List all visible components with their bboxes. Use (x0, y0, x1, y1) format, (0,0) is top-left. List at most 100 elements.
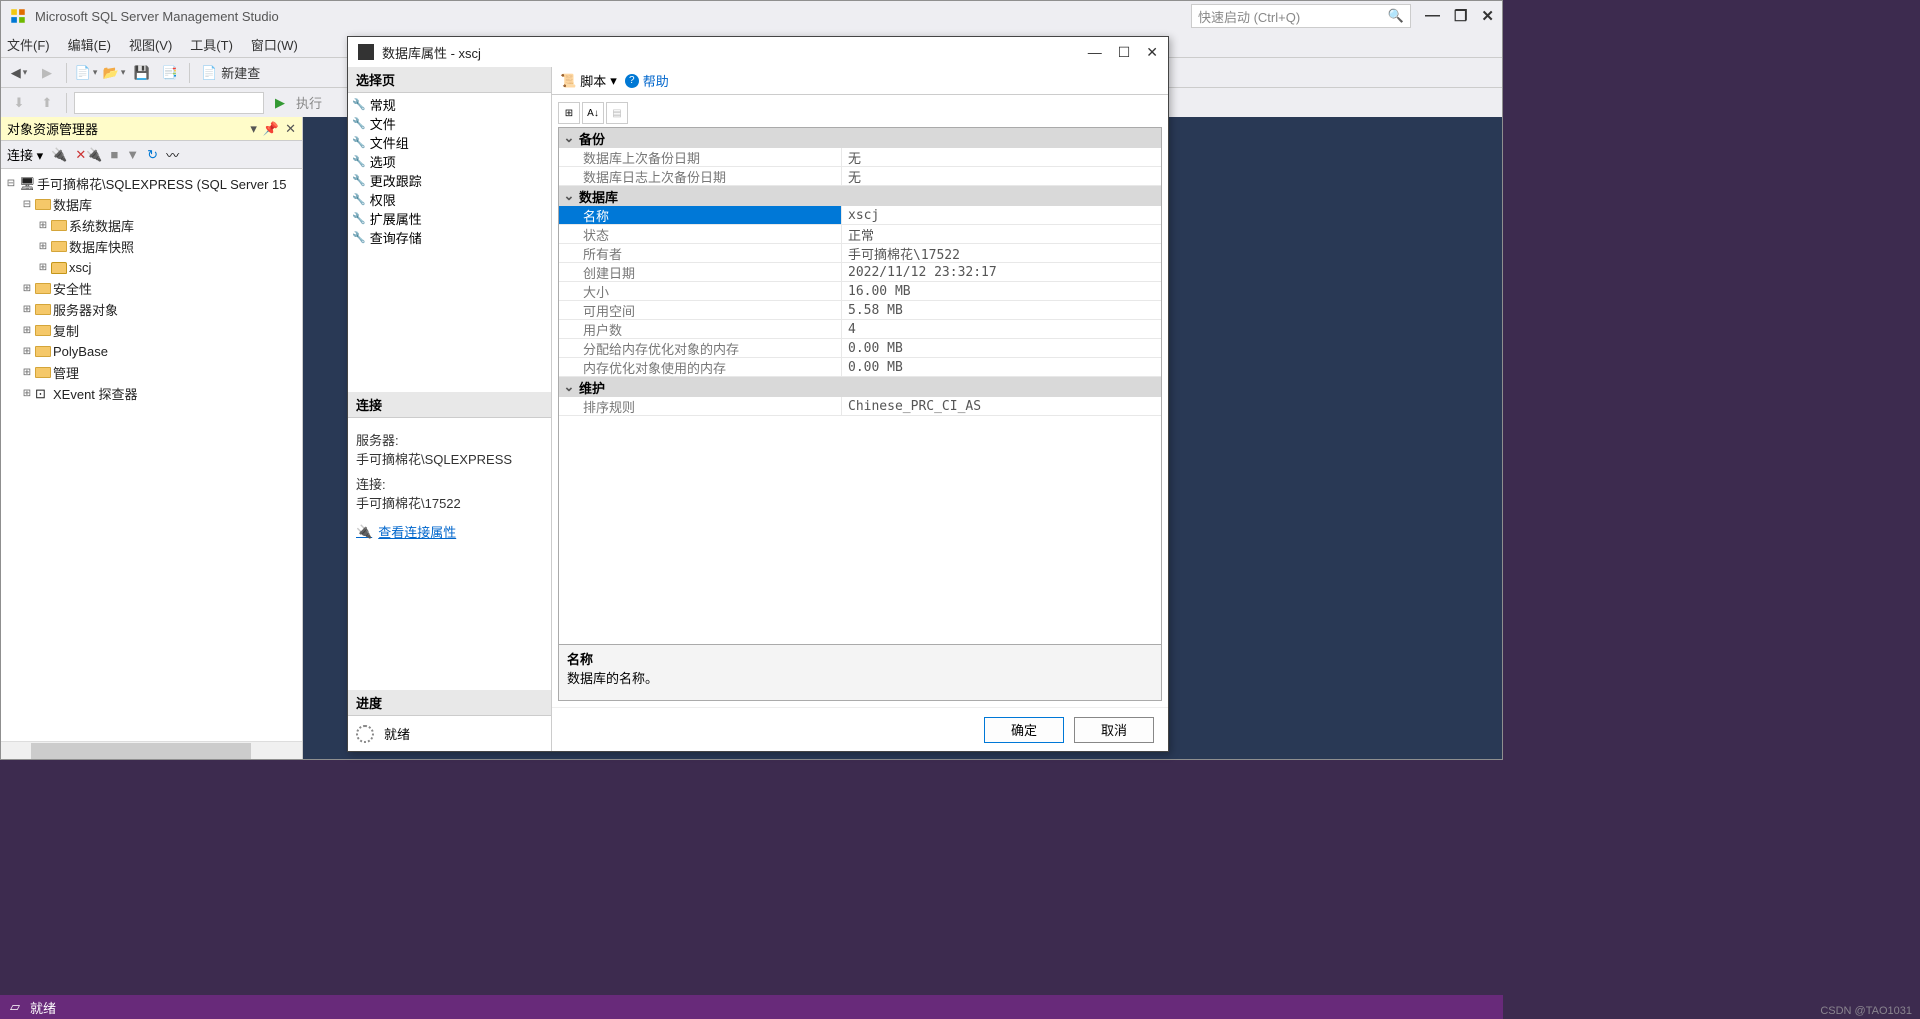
dialog-icon (358, 44, 374, 60)
page-permissions[interactable]: 🔧权限 (352, 190, 547, 209)
tree-server-objects[interactable]: ⊞服务器对象 (3, 299, 300, 320)
menu-tools[interactable]: 工具(T) (190, 35, 233, 54)
progress-status: 就绪 (384, 724, 410, 743)
tree-system-databases[interactable]: ⊞系统数据库 (3, 215, 300, 236)
object-explorer-header: 对象资源管理器 ▾ 📌 ✕ (1, 117, 302, 141)
tree-xevent[interactable]: ⊞⊡XEvent 探查器 (3, 383, 300, 404)
menu-window[interactable]: 窗口(W) (251, 35, 298, 54)
prop-size[interactable]: 大小16.00 MB (559, 282, 1161, 301)
object-explorer-panel: 对象资源管理器 ▾ 📌 ✕ 连接 ▾ 🔌 ✕🔌 ■ ▼ ↻ 〰 ⊟🖥手可摘棉花\… (1, 117, 303, 759)
save-button[interactable]: 💾 (130, 61, 154, 85)
menu-edit[interactable]: 编辑(E) (68, 35, 111, 54)
tool-1[interactable]: ⬇ (7, 91, 31, 115)
menu-file[interactable]: 文件(F) (7, 35, 50, 54)
prop-name[interactable]: 名称xscj (559, 206, 1161, 225)
horizontal-scrollbar[interactable] (1, 741, 302, 759)
dropdown-icon[interactable]: ▾ (250, 121, 257, 137)
dialog-buttons: 确定 取消 (552, 707, 1168, 751)
forward-button[interactable]: ▶ (35, 61, 59, 85)
wrench-icon: 🔧 (352, 212, 366, 225)
tree-xscj-db[interactable]: ⊞xscj (3, 257, 300, 278)
categorized-button[interactable]: ⊞ (558, 102, 580, 124)
prop-created[interactable]: 创建日期2022/11/12 23:32:17 (559, 263, 1161, 282)
page-files[interactable]: 🔧文件 (352, 114, 547, 133)
page-options[interactable]: 🔧选项 (352, 152, 547, 171)
save-all-button[interactable]: 📑 (158, 61, 182, 85)
status-icon: ▱ (10, 999, 20, 1015)
dialog-left-panel: 选择页 🔧常规 🔧文件 🔧文件组 🔧选项 🔧更改跟踪 🔧权限 🔧扩展属性 🔧查询… (348, 67, 552, 751)
prop-last-backup[interactable]: 数据库上次备份日期无 (559, 148, 1161, 167)
prop-available[interactable]: 可用空间5.58 MB (559, 301, 1161, 320)
prop-mem-used[interactable]: 内存优化对象使用的内存0.00 MB (559, 358, 1161, 377)
ok-button[interactable]: 确定 (984, 717, 1064, 743)
tree-security[interactable]: ⊞安全性 (3, 278, 300, 299)
execute-button[interactable]: ▶ (268, 91, 292, 115)
refresh-icon[interactable]: ↻ (147, 147, 158, 163)
connection-label: 连接: (356, 474, 543, 493)
tree-polybase[interactable]: ⊞PolyBase (3, 341, 300, 362)
page-general[interactable]: 🔧常规 (352, 95, 547, 114)
close-panel-icon[interactable]: ✕ (285, 121, 296, 137)
object-explorer-tree: ⊟🖥手可摘棉花\SQLEXPRESS (SQL Server 15 ⊟数据库 ⊞… (1, 169, 302, 741)
tree-database-snapshots[interactable]: ⊞数据库快照 (3, 236, 300, 257)
dialog-close-button[interactable]: ✕ (1146, 44, 1158, 61)
desc-text: 数据库的名称。 (567, 668, 1153, 687)
database-combo[interactable] (74, 92, 264, 114)
help-button[interactable]: ?帮助 (625, 71, 669, 90)
stop-icon[interactable]: ■ (110, 147, 118, 162)
prop-mem-alloc[interactable]: 分配给内存优化对象的内存0.00 MB (559, 339, 1161, 358)
connect-button[interactable]: 连接 ▾ (7, 145, 43, 164)
script-button[interactable]: 📜脚本▾ (560, 71, 617, 90)
page-list: 🔧常规 🔧文件 🔧文件组 🔧选项 🔧更改跟踪 🔧权限 🔧扩展属性 🔧查询存储 (348, 93, 551, 249)
desc-name: 名称 (567, 649, 1153, 668)
page-change-tracking[interactable]: 🔧更改跟踪 (352, 171, 547, 190)
page-query-store[interactable]: 🔧查询存储 (352, 228, 547, 247)
connection-icon: 🔌 (356, 524, 372, 540)
property-pages-button[interactable]: ▤ (606, 102, 628, 124)
dialog-minimize-button[interactable]: — (1088, 44, 1102, 61)
open-button[interactable]: 📂 (102, 61, 126, 85)
tree-management[interactable]: ⊞管理 (3, 362, 300, 383)
close-button[interactable]: ✕ (1481, 7, 1494, 25)
activity-icon[interactable]: 〰 (166, 145, 179, 164)
connection-value: 手可摘棉花\17522 (356, 493, 543, 512)
prop-users[interactable]: 用户数4 (559, 320, 1161, 339)
page-filegroups[interactable]: 🔧文件组 (352, 133, 547, 152)
tool-2[interactable]: ⬆ (35, 91, 59, 115)
group-database[interactable]: ⌄数据库 (559, 186, 1161, 206)
status-bar: ▱ 就绪 (0, 995, 1503, 1019)
app-title: Microsoft SQL Server Management Studio (35, 9, 1191, 24)
view-connection-link[interactable]: 🔌查看连接属性 (356, 522, 456, 541)
pin-icon[interactable]: 📌 (263, 121, 279, 137)
prop-owner[interactable]: 所有者手可摘棉花\17522 (559, 244, 1161, 263)
disconnect-icon[interactable]: ✕🔌 (75, 147, 102, 163)
group-maintenance[interactable]: ⌄维护 (559, 377, 1161, 397)
progress-section: 就绪 (348, 716, 551, 751)
new-project-button[interactable]: 📄 (74, 61, 98, 85)
filter-icon[interactable]: ▼ (126, 147, 139, 162)
tree-databases[interactable]: ⊟数据库 (3, 194, 300, 215)
server-value: 手可摘棉花\SQLEXPRESS (356, 449, 543, 468)
minimize-button[interactable]: — (1425, 7, 1440, 25)
help-icon: ? (625, 74, 639, 88)
server-label: 服务器: (356, 430, 543, 449)
new-query-button[interactable]: 📄 新建查 (197, 63, 264, 82)
page-extended-properties[interactable]: 🔧扩展属性 (352, 209, 547, 228)
menu-view[interactable]: 视图(V) (129, 35, 172, 54)
prop-status[interactable]: 状态正常 (559, 225, 1161, 244)
cancel-button[interactable]: 取消 (1074, 717, 1154, 743)
maximize-button[interactable]: ❐ (1454, 7, 1467, 25)
alphabetical-button[interactable]: A↓ (582, 102, 604, 124)
object-explorer-toolbar: 连接 ▾ 🔌 ✕🔌 ■ ▼ ↻ 〰 (1, 141, 302, 169)
dialog-maximize-button[interactable]: ☐ (1118, 44, 1131, 61)
wrench-icon: 🔧 (352, 98, 366, 111)
prop-last-log-backup[interactable]: 数据库日志上次备份日期无 (559, 167, 1161, 186)
execute-label: 执行 (296, 93, 322, 112)
tree-replication[interactable]: ⊞复制 (3, 320, 300, 341)
back-button[interactable]: ◀ (7, 61, 31, 85)
group-backup[interactable]: ⌄备份 (559, 128, 1161, 148)
quick-launch-input[interactable]: 快速启动 (Ctrl+Q) 🔍 (1191, 4, 1411, 28)
prop-collation[interactable]: 排序规则Chinese_PRC_CI_AS (559, 397, 1161, 416)
connect-icon[interactable]: 🔌 (51, 147, 67, 163)
tree-server-node[interactable]: ⊟🖥手可摘棉花\SQLEXPRESS (SQL Server 15 (3, 173, 300, 194)
